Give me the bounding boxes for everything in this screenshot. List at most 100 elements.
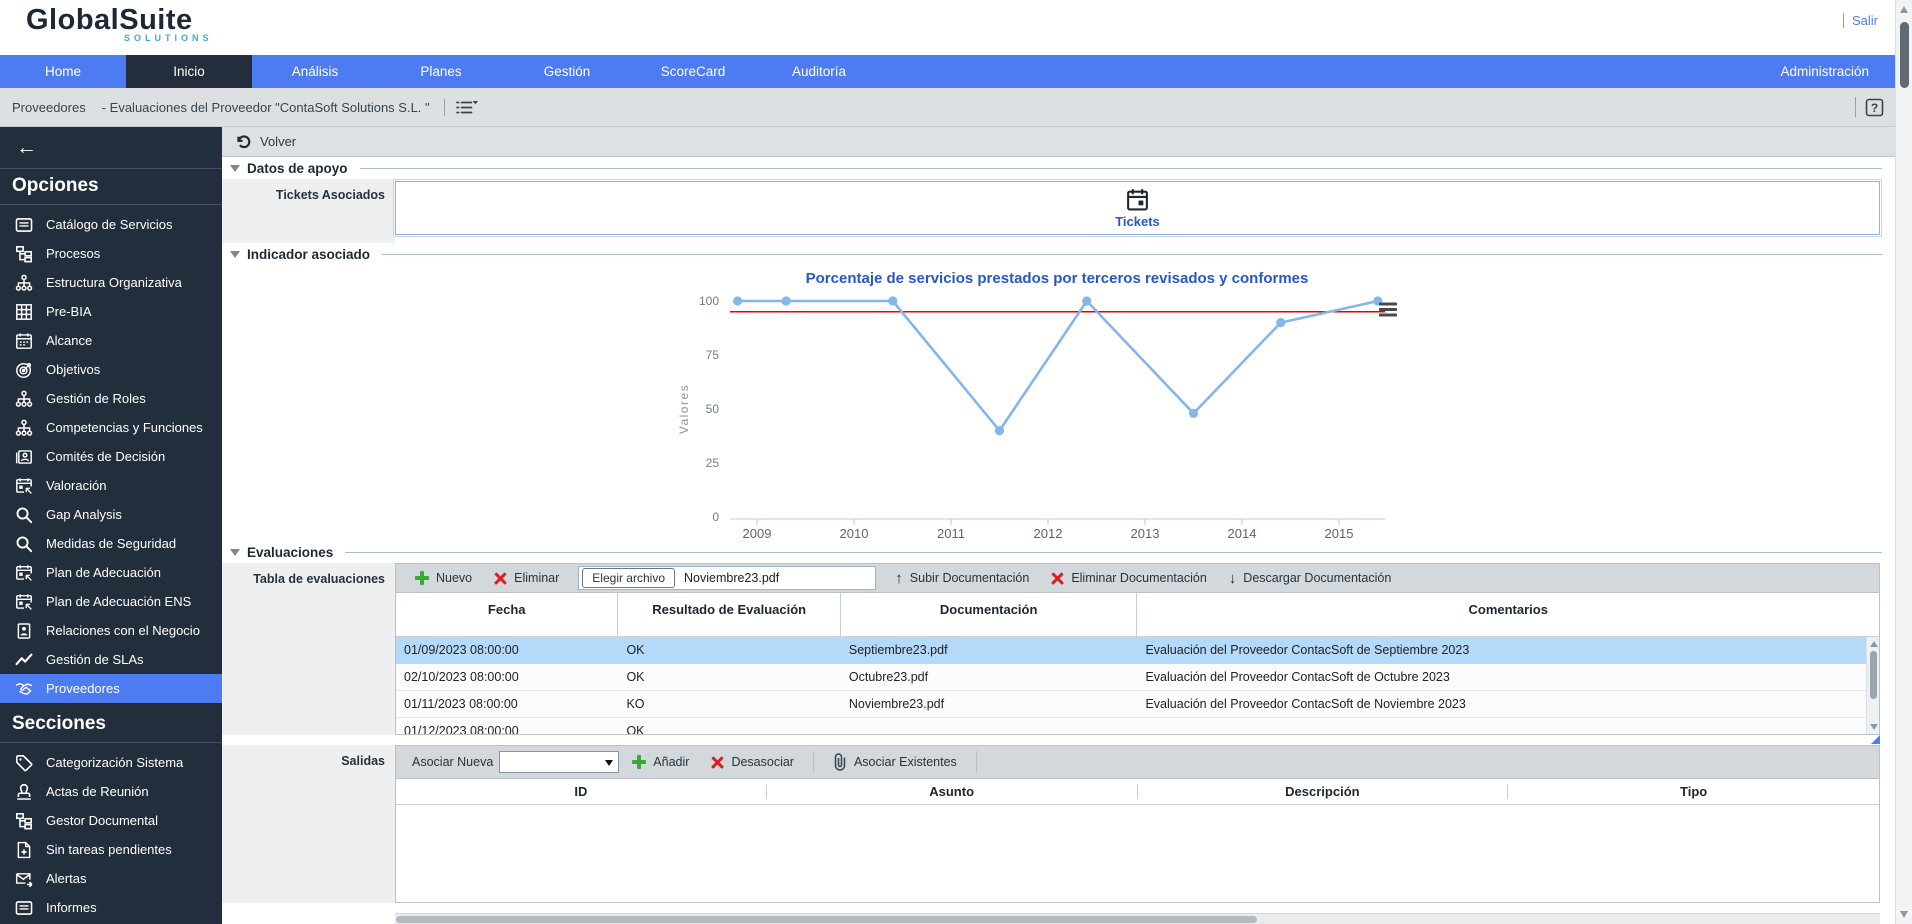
sidebar-item-relaciones-con-el-negocio[interactable]: Relaciones con el Negocio [0,616,222,645]
calendar-cursor-icon [15,477,33,495]
scroll-down-arrow[interactable] [1870,724,1878,730]
scroll-down-arrow[interactable] [1900,911,1908,918]
undo-icon[interactable] [235,134,251,150]
column-header-resultado[interactable]: Resultado de Evaluación [618,593,841,636]
nav-item-analisis[interactable]: Análisis [252,55,378,88]
horizontal-scrollbar[interactable] [395,913,1880,924]
search-icon [15,535,33,553]
sidebar-item-proveedores[interactable]: Proveedores [0,674,222,703]
anadir-button[interactable]: Añadir [623,755,698,769]
cell-resultado: OK [626,724,645,734]
scrollbar-thumb[interactable] [1900,22,1909,88]
collapse-triangle-icon[interactable] [230,164,240,172]
chevron-down-icon [605,760,614,766]
nav-item-planes[interactable]: Planes [378,55,504,88]
eliminar-documentacion-button[interactable]: Eliminar Documentación [1042,571,1215,585]
nav-item-inicio[interactable]: Inicio [126,55,252,88]
asociar-existentes-label: Asociar Existentes [853,755,957,769]
page-vertical-scrollbar[interactable] [1895,0,1912,924]
sidebar-item-gap-analysis[interactable]: Gap Analysis [0,500,222,529]
choose-file-button[interactable]: Elegir archivo [582,568,675,588]
sidebar-item-informes[interactable]: Informes [0,893,222,922]
scroll-up-arrow[interactable] [1900,6,1908,13]
sidebar-item-objetivos[interactable]: Objetivos [0,355,222,384]
asociar-nueva-select[interactable] [499,751,620,773]
sidebar-item-competencias-y-funciones[interactable]: Competencias y Funciones [0,413,222,442]
table-vertical-scrollbar[interactable] [1866,637,1879,734]
sidebar-item-alertas[interactable]: Alertas [0,864,222,893]
nav-item-administracion[interactable]: Administración [1754,55,1895,88]
sidebar-item-label: Catálogo de Servicios [46,217,173,232]
column-header-id[interactable]: ID [396,784,767,799]
scrollbar-thumb[interactable] [1869,651,1877,699]
tabla-de-evaluaciones-label: Tabla de evaluaciones [222,563,395,735]
cell-documentacion: Octubre23.pdf [848,670,929,684]
app-logo[interactable]: GlobalSuite SOLUTIONS [26,5,213,44]
nav-item-home[interactable]: Home [0,55,126,88]
sidebar-item-comites-de-decision[interactable]: Comités de Decisión [0,442,222,471]
hierarchy-icon [15,390,33,408]
resize-handle[interactable] [1871,735,1880,744]
cell-resultado: OK [626,670,645,684]
descargar-documentacion-button[interactable]: ↓ Descargar Documentación [1220,571,1401,586]
scrollbar-thumb[interactable] [396,916,1258,923]
cell-fecha: 01/12/2023 08:00:00 [404,724,519,734]
sidebar-item-catalogo-de-servicios[interactable]: Catálogo de Servicios [0,210,222,239]
sidebar-item-sin-tareas-pendientes[interactable]: Sin tareas pendientes [0,835,222,864]
subir-documentacion-button[interactable]: ↑ Subir Documentación [886,571,1038,586]
list-menu-glyph [455,99,479,116]
sidebar-item-valoracion[interactable]: Valoración [0,471,222,500]
nav-item-auditoria[interactable]: Auditoría [756,55,882,88]
scroll-up-arrow[interactable] [1870,641,1878,647]
desasociar-button[interactable]: Desasociar [702,755,803,769]
collapse-triangle-icon[interactable] [230,250,240,258]
column-header-fecha[interactable]: Fecha [396,593,619,636]
logout-link[interactable]: Salir [1842,13,1878,28]
sidebar-options-title: Opciones [0,169,222,205]
asociar-existentes-button[interactable]: Asociar Existentes [824,753,966,771]
plus-icon [632,755,647,769]
sidebar-item-alcance[interactable]: Alcance [0,326,222,355]
sidebar-item-medidas-de-seguridad[interactable]: Medidas de Seguridad [0,529,222,558]
eliminar-button[interactable]: Eliminar [485,571,568,585]
table-row[interactable]: 01/12/2023 08:00:00 OK [396,718,1879,734]
evaluaciones-row: Tabla de evaluaciones Nuevo Eliminar Ele… [222,563,1912,735]
nav-item-scorecard[interactable]: ScoreCard [630,55,756,88]
sidebar-item-gestion-de-slas[interactable]: Gestión de SLAs [0,645,222,674]
column-header-tipo[interactable]: Tipo [1508,784,1879,799]
column-header-descripcion[interactable]: Descripción [1138,784,1509,799]
help-button[interactable]: ? [1855,97,1884,117]
sidebar-item-label: Valoración [46,478,107,493]
sidebar-item-plan-de-adecuacion-ens[interactable]: Plan de Adecuación ENS [0,587,222,616]
sidebar-item-pre-bia[interactable]: Pre-BIA [0,297,222,326]
table-row[interactable]: 02/10/2023 08:00:00 OK Octubre23.pdf Eva… [396,664,1879,691]
column-header-comentarios[interactable]: Comentarios [1137,593,1879,636]
table-row[interactable]: 01/09/2023 08:00:00 OK Septiembre23.pdf … [396,637,1879,664]
salidas-label: Salidas [222,745,395,903]
column-header-asunto[interactable]: Asunto [767,784,1138,799]
collapse-triangle-icon[interactable] [230,548,240,556]
sidebar-item-gestion-de-roles[interactable]: Gestión de Roles [0,384,222,413]
nuevo-button[interactable]: Nuevo [406,571,481,585]
sidebar-item-procesos[interactable]: Procesos [0,239,222,268]
breadcrumb-root[interactable]: Proveedores [12,100,86,115]
sidebar-item-label: Proveedores [46,681,120,696]
volver-button[interactable]: Volver [260,134,296,149]
sidebar-item-estructura-organizativa[interactable]: Estructura Organizativa [0,268,222,297]
sidebar-item-plan-de-adecuacion[interactable]: Plan de Adecuación [0,558,222,587]
nav-item-gestion[interactable]: Gestión [504,55,630,88]
sidebar-back-button[interactable]: ← [0,127,222,169]
sidebar-item-gestor-documental[interactable]: Gestor Documental [0,806,222,835]
tickets-box[interactable]: Tickets [393,179,1882,237]
tickets-button-label[interactable]: Tickets [1115,214,1160,229]
sidebar-item-actas-de-reunion[interactable]: Actas de Reunión [0,777,222,806]
sidebar-item-categorizacion-sistema[interactable]: Categorización Sistema [0,748,222,777]
sidebar-item-label: Informes [46,900,97,915]
chart-menu-button[interactable] [1378,301,1398,318]
file-input[interactable]: Elegir archivo Noviembre23.pdf [578,566,877,590]
table-row[interactable]: 01/11/2023 08:00:00 KO Noviembre23.pdf E… [396,691,1879,718]
column-header-documentacion[interactable]: Documentación [841,593,1138,636]
cell-documentacion: Noviembre23.pdf [848,697,945,711]
list-menu-icon[interactable] [443,98,479,116]
sidebar-sections-list: Categorización Sistema Actas de Reunión … [0,743,222,924]
